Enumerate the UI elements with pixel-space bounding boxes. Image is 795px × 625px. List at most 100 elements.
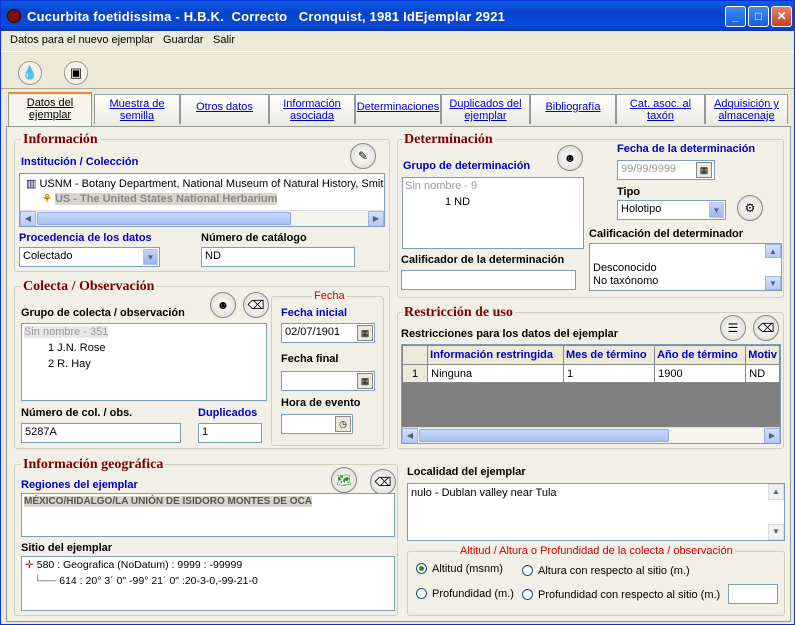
tab-bibliografia[interactable]: Bibliografía [530,94,616,124]
radio-profundidad-sitio[interactable]: Profundidad con respecto al sitio (m.) [522,589,720,601]
procedencia-value: Colectado [23,250,73,262]
table-row[interactable]: 1 Ninguna 1 1900 ND [402,364,780,383]
col-header[interactable]: Motiv [745,345,780,365]
region-item[interactable]: MÉXICO/HIDALGO/LA UNIÓN DE ISIDORO MONTE… [24,496,312,507]
institucion-hscroll[interactable]: ◀ ▶ [20,210,384,226]
hora-evento-label: Hora de evento [281,397,361,409]
informacion-legend: Información [21,132,100,148]
grupo-determinacion-item[interactable]: 1 ND [445,196,470,208]
grupo-determinacion-list[interactable]: Sin nombre - 9 1 ND [402,177,584,249]
minimize-button[interactable]: _ [725,6,746,27]
geografica-legend: Información geográfica [21,457,166,473]
calendar-icon[interactable]: ▦ [696,162,712,178]
map-icon[interactable]: 🗺 [331,467,357,493]
scroll-right-icon[interactable]: ▶ [764,428,780,443]
chevron-down-icon[interactable]: ▼ [709,202,724,218]
calificacion-item[interactable]: No taxónomo [593,275,658,287]
calendar-icon[interactable]: ▦ [357,325,373,341]
catalogo-field[interactable]: ND [201,247,355,267]
menu-bar: Datos para el nuevo ejemplar Guardar Sal… [1,31,794,51]
colecta-group: Colecta / Observación Grupo de colecta /… [14,279,390,449]
scroll-up-icon[interactable]: ▲ [765,244,781,258]
radio-altitud[interactable]: Altitud (msnm) [416,563,503,575]
tab-cat-asoc-taxon[interactable]: Cat. asoc. al taxón [616,94,705,124]
save-icon[interactable]: ▣ [64,61,88,85]
tab-adquisicion[interactable]: Adquisición y almacenaje [705,94,788,124]
tab-otros-datos[interactable]: Otros datos [180,94,269,124]
app-icon [7,9,21,23]
close-button[interactable]: ✕ [771,6,792,27]
scroll-thumb[interactable] [419,429,669,442]
eraser-icon[interactable]: ⌫ [753,315,779,341]
sitio-subitem[interactable]: └── 614 : 20° 3´ 0" -99° 21´ 0" :20-3-0,… [34,575,258,587]
maximize-button[interactable]: □ [748,6,769,27]
table-cell[interactable]: 1 [562,364,656,383]
calendar-icon[interactable]: ▦ [357,373,373,389]
numero-colecta-field[interactable]: 5287A [21,423,181,443]
regiones-list[interactable]: MÉXICO/HIDALGO/LA UNIÓN DE ISIDORO MONTE… [21,493,395,537]
radio-profundidad-label: Profundidad (m.) [432,588,514,600]
procedencia-select[interactable]: Colectado ▼ [19,247,160,267]
col-header[interactable]: Información restringida [427,345,564,365]
tab-determinaciones[interactable]: Determinaciones [355,94,441,124]
localidad-label: Localidad del ejemplar [407,466,526,478]
add-list-icon[interactable]: ☰ [720,315,746,341]
scroll-thumb[interactable] [37,212,291,225]
colector-item[interactable]: 2 R. Hay [48,358,91,370]
grupo-colecta-label: Grupo de colecta / observación [21,307,185,319]
institucion-tree[interactable]: ▥ USNM - Botany Department, National Mus… [19,173,385,227]
tab-informacion-asociada[interactable]: Información asociada [269,94,355,124]
menu-salir[interactable]: Salir [213,34,235,46]
radio-altura-sitio[interactable]: Altura con respecto al sitio (m.) [522,565,690,577]
scroll-right-icon[interactable]: ▶ [368,211,384,226]
altitud-value-field[interactable] [728,584,778,604]
calificacion-item[interactable]: Desconocido [593,262,657,274]
title-bar[interactable]: Cucurbita foetidissima - H.B.K. Correcto… [1,1,794,31]
chevron-down-icon[interactable]: ▼ [143,249,158,265]
colectores-list[interactable]: Sin nombre - 351 1 J.N. Rose 2 R. Hay [21,323,267,401]
collectors-icon[interactable]: ☻ [210,292,236,318]
radio-icon [416,588,427,599]
type-lookup-icon[interactable]: ⚙ [737,195,763,221]
table-cell[interactable]: 1900 [654,364,747,383]
drops-icon[interactable]: 💧 [18,61,42,85]
institucion-item[interactable]: ▥ USNM - Botany Department, National Mus… [26,177,383,190]
colector-item[interactable]: 1 J.N. Rose [48,342,105,354]
coleccion-item[interactable]: ⚘ US - The United States National Herbar… [42,192,278,205]
calificador-determinacion-field[interactable] [401,270,576,290]
restriccion-legend: Restricción de uso [402,305,515,321]
col-header[interactable]: Año de término [654,345,747,365]
table-cell[interactable]: Ninguna [427,364,564,383]
menu-nuevo-ejemplar[interactable]: Datos para el nuevo ejemplar [10,34,154,46]
eraser-icon[interactable]: ⌫ [370,469,396,495]
scroll-left-icon[interactable]: ◀ [20,211,36,226]
localidad-field[interactable]: nulo - Dublan valley near Tula ▲ ▼ [407,483,785,541]
group-people-icon[interactable]: ☻ [557,145,583,171]
col-header[interactable]: Mes de término [562,345,656,365]
menu-guardar[interactable]: Guardar [163,34,203,46]
calificador-determinacion-label: Calificador de la determinación [401,254,565,266]
sitio-item-text: 580 : Geografica (NoDatum) : 9999 : -999… [36,559,243,571]
scroll-left-icon[interactable]: ◀ [402,428,418,443]
sitio-item[interactable]: ✛ 580 : Geografica (NoDatum) : 9999 : -9… [25,559,242,571]
tab-datos-ejemplar[interactable]: Datos del ejemplar [8,92,92,126]
institution-edit-icon[interactable]: ✎ [350,143,376,169]
scroll-up-icon[interactable]: ▲ [768,484,784,500]
sitio-tree[interactable]: ✛ 580 : Geografica (NoDatum) : 9999 : -9… [21,556,395,611]
table-cell[interactable]: ND [745,364,780,383]
scroll-down-icon[interactable]: ▼ [768,524,784,540]
clock-icon[interactable]: ◷ [335,416,351,432]
duplicados-field[interactable]: 1 [198,423,262,443]
scroll-down-icon[interactable]: ▼ [765,276,781,290]
sitio-label: Sitio del ejemplar [21,542,113,554]
geografica-group: Información geográfica 🗺 ⌫ Regiones del … [14,457,398,616]
catalogo-label: Número de catálogo [201,232,307,244]
restricciones-grid[interactable]: Información restringida Mes de término A… [401,344,781,444]
calificacion-determinador-list[interactable]: Desconocido No taxónomo ▲ ▼ [589,243,782,291]
tab-muestra-semilla[interactable]: Muestra de semilla [94,94,180,124]
radio-profundidad[interactable]: Profundidad (m.) [416,588,514,600]
tab-duplicados[interactable]: Duplicados del ejemplar [441,94,530,124]
restricciones-hscroll[interactable]: ◀ ▶ [402,427,780,443]
eraser-icon[interactable]: ⌫ [243,292,269,318]
tipo-select[interactable]: Holotipo ▼ [617,200,726,220]
